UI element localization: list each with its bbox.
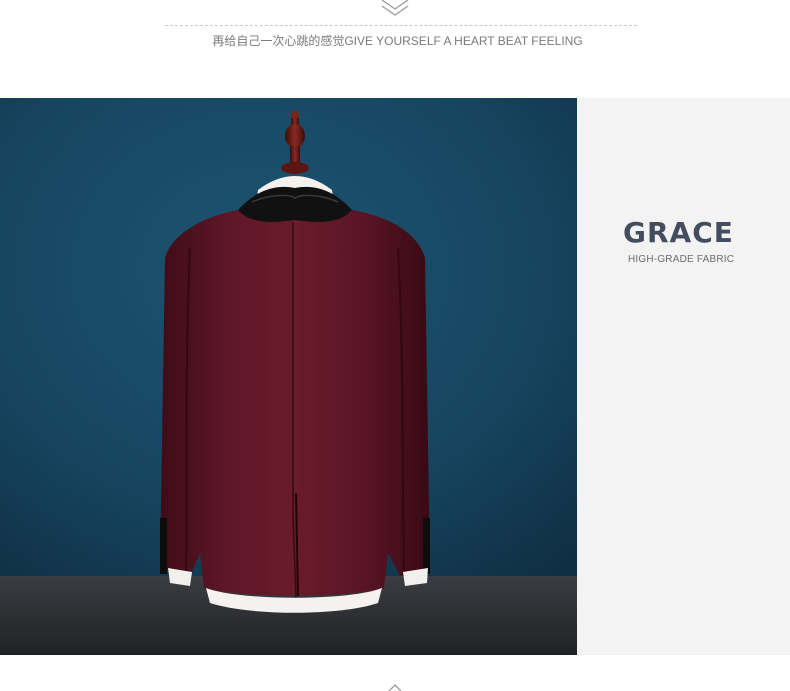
double-chevron-down-icon [381,0,409,16]
header-divider [165,25,637,26]
chevron-up-icon [388,684,402,691]
header-tagline: 再给自己一次心跳的感觉GIVE YOURSELF A HEART BEAT FE… [212,34,583,48]
side-info-panel: GRACE HIGH-GRADE FABRIC [577,98,790,655]
grace-title: GRACE [623,216,734,249]
jacket-body [160,210,430,596]
grace-subtitle: HIGH-GRADE FABRIC [628,254,735,265]
product-photo [0,98,577,655]
suit-jacket-back-image [0,98,577,655]
